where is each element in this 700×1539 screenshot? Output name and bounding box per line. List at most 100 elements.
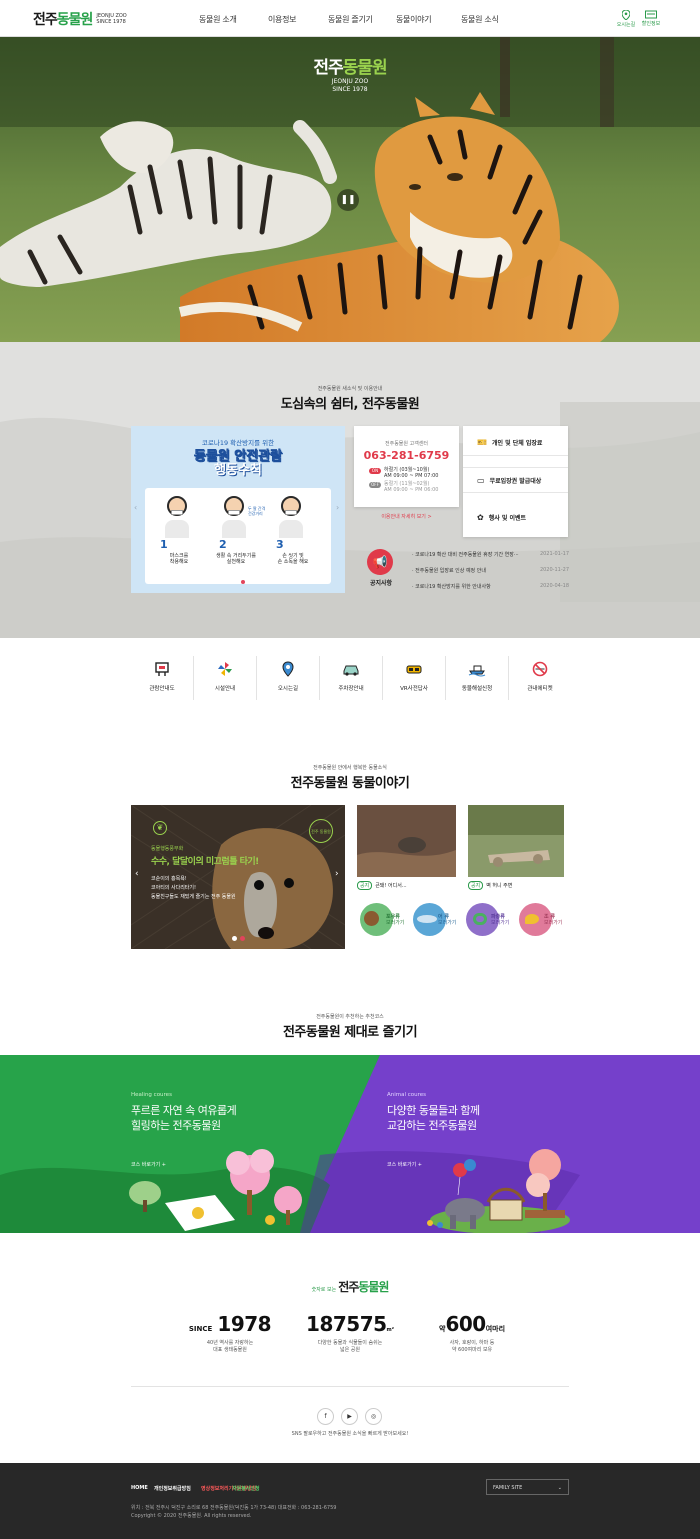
location-pin-icon [622,10,630,20]
quickmenu-facilities[interactable]: 시설안내 [194,656,257,700]
category-mammal-label[interactable]: 포유류 보러가기 [386,914,404,926]
quickmenu-vr[interactable]: VR사전답사 [383,656,446,700]
notice-item[interactable]: · 코로나19 확산방지를 위한 안내사항 2020-04-18 [412,583,569,590]
story-main-slide[interactable]: ❦ 동물행동풍부화 수수, 달달이의 미끄럼틀 타기! 코순이의 흥목욕! 코아티… [131,805,345,949]
story-title: 전주동물원 동물이야기 [290,776,410,791]
facebook-icon[interactable]: f [317,1408,334,1425]
instagram-icon[interactable]: ◎ [365,1408,382,1425]
healing-eyebrow: Healing coures [131,1092,172,1098]
quickmenu-etiquette[interactable]: 관내에티켓 [509,656,571,700]
category-fish-label[interactable]: 어 류 보러가기 [438,914,456,926]
course-banner: Healing coures 푸르른 자연 속 여유롭게 힐링하는 전주동물원 코… [0,1055,700,1233]
next-arrow-icon[interactable]: › [336,503,339,512]
customer-center-card: 전주동물원 고객센터 063-281-6759 ON 하절기 (03월~10월)… [354,426,459,520]
family-site-select[interactable]: FAMILY SITE ⌄ [486,1479,569,1495]
notice-item[interactable]: · 전주동물원 입장료 인상 예정 안내 2020-11-27 [412,567,569,574]
bird-icon [525,914,539,924]
quick-free-ticket[interactable]: ▭ 무료입장권 발급대상 [463,467,568,493]
story-thumb-2[interactable] [468,805,564,877]
prev-arrow-icon[interactable]: ‹ [134,503,137,512]
discount-link[interactable]: 할인정보 [636,10,666,27]
footer-copyright: Copyright © 2020 전주동물원. All rights reser… [131,1513,252,1519]
snake-icon [473,913,487,925]
quickmenu-animal-talk[interactable]: 동물해설신청 [446,656,509,700]
distance-bubble: 두 팔 간격 건강거리 [248,506,266,516]
quickmenu-parking[interactable]: 주차장안내 [320,656,383,700]
quick-menu: 관람안내도 시설안내 오시는길 주차장안내 VR사전답사 동물해설신청 관내에티… [131,656,571,700]
category-reptile-label[interactable]: 파충류 보러가기 [491,914,509,926]
nav-news[interactable]: 동물원 소식 [461,14,499,25]
megaphone-icon: 📢 [367,549,393,575]
youtube-icon[interactable]: ▶ [341,1408,358,1425]
chevron-down-icon: ⌄ [557,1485,562,1491]
animal-eyebrow: Animal coures [387,1092,427,1098]
nav-story[interactable]: 동물이야기 [396,14,432,25]
category-bird-label[interactable]: 조 류 보러가기 [544,914,562,926]
hero-banner: 전주동물원 JEONJU ZOO SINCE 1978 ❚❚ [0,37,700,342]
notice-item[interactable]: · 코로나19 확산 대비 전주동물원 휴장 기간 연장··· 2021-01-1… [412,551,569,558]
nav-enjoy[interactable]: 동물원 즐기기 [328,14,373,25]
location-pin-icon [282,661,294,677]
person-body-3 [279,520,303,538]
quickmenu-directions[interactable]: 오시는길 [257,656,320,700]
footer-home[interactable]: HOME [131,1485,148,1491]
person-body-2 [222,520,246,538]
off-badge: OFF [369,482,381,488]
info-subtitle: 전주동물원 새소식 및 이용안내 [317,386,383,392]
step-label: 마스크를 착용해요 [169,553,189,565]
event-icon: ✿ [477,512,484,522]
story-subtitle: 전주동물원 안에서 행복한 동물소식 [313,765,387,771]
pause-icon: ❚❚ [340,195,356,205]
thumb-caption-2[interactable]: 공지 벽 허니 주변 [468,881,512,890]
no-smoking-icon [532,661,548,677]
animal-course-link[interactable]: 코스 바로가기 + [387,1161,422,1168]
prev-arrow-icon[interactable]: ‹ [135,869,139,879]
animal-photo [357,805,456,877]
car-icon [343,665,359,676]
slide-dot[interactable] [232,936,237,941]
footer-privacy[interactable]: 개인정보취급방침 [154,1485,191,1492]
healing-course-link[interactable]: 코스 바로가기 + [131,1161,166,1168]
story-thumb-1[interactable] [357,805,456,877]
ticket-icon: 🎫 [477,438,487,447]
site-logo[interactable]: 전주동물원 JEONJU ZOO SINCE 1978 [33,9,127,29]
story-text: 코순이의 흥목욕! 코아티의 사다리타기! 동물친구들도 재밌게 즐기는 전주 동물… [151,876,236,900]
story-badge: 전주 동물원 [309,819,333,843]
covid-banner[interactable]: 코로나19 확산방지를 위한 동물원 안전관람 행동수칙 두 팔 간격 건강거리… [131,426,345,593]
slide-dot[interactable] [240,936,245,941]
step-number: 2 [219,538,227,551]
next-arrow-icon[interactable]: › [335,869,339,879]
on-badge: ON [369,468,381,474]
site-header: 전주동물원 JEONJU ZOO SINCE 1978 동물원 소개 이용정보 동… [0,0,700,37]
bear-icon [364,911,379,926]
quickmenu-map[interactable]: 관람안내도 [131,656,194,700]
course-title: 전주동물원 제대로 즐기기 [282,1025,418,1040]
winter-hours: 동절기 (11월~02월) AM 09:00 ~ PM 06:00 [384,481,439,493]
center-phone[interactable]: 063-281-6759 [354,449,459,462]
step-number: 1 [160,538,168,551]
mask-icon [285,510,297,515]
divider [131,1386,569,1387]
hours-more-link[interactable]: 이용안내 자세히 보기 > [354,513,459,520]
thumb-caption-1[interactable]: 공지 큰돼! 어디서... [357,881,407,890]
hero-logo: 전주동물원 JEONJU ZOO SINCE 1978 [313,58,387,93]
quick-events[interactable]: ✿ 행사 및 이벤트 [463,504,568,530]
person-body-1 [165,520,189,538]
quick-admission-fee[interactable]: 🎫 개인 및 단체 입장료 [463,430,568,456]
leaf-icon: ❦ [153,821,167,835]
course-subtitle: 전주동물원이 추천하는 추천코스 [316,1014,384,1020]
animal-title: 다양한 동물들과 함께 교감하는 전주동물원 [387,1104,480,1132]
nav-info[interactable]: 이용정보 [268,14,297,25]
footer-volunteer[interactable]: 자원봉사신청 [232,1485,260,1492]
pause-button[interactable]: ❚❚ [337,189,359,211]
logo-text: 전주동물원 [33,12,93,28]
slide-dot[interactable] [241,580,245,584]
info-title: 도심속의 쉼터, 전주동물원 [280,397,420,412]
fish-icon [417,915,437,923]
logo-en: JEONJU ZOO SINCE 1978 [96,13,127,25]
summer-hours: 하절기 (03월~10월) AM 09:00 ~ PM 07:00 [384,467,439,479]
directions-label: 오시는길 [616,22,636,28]
nav-intro[interactable]: 동물원 소개 [199,14,237,25]
numbers-logo: 숫자로 보는 전주동물원 [311,1280,390,1294]
course-illustration [0,1055,700,1233]
